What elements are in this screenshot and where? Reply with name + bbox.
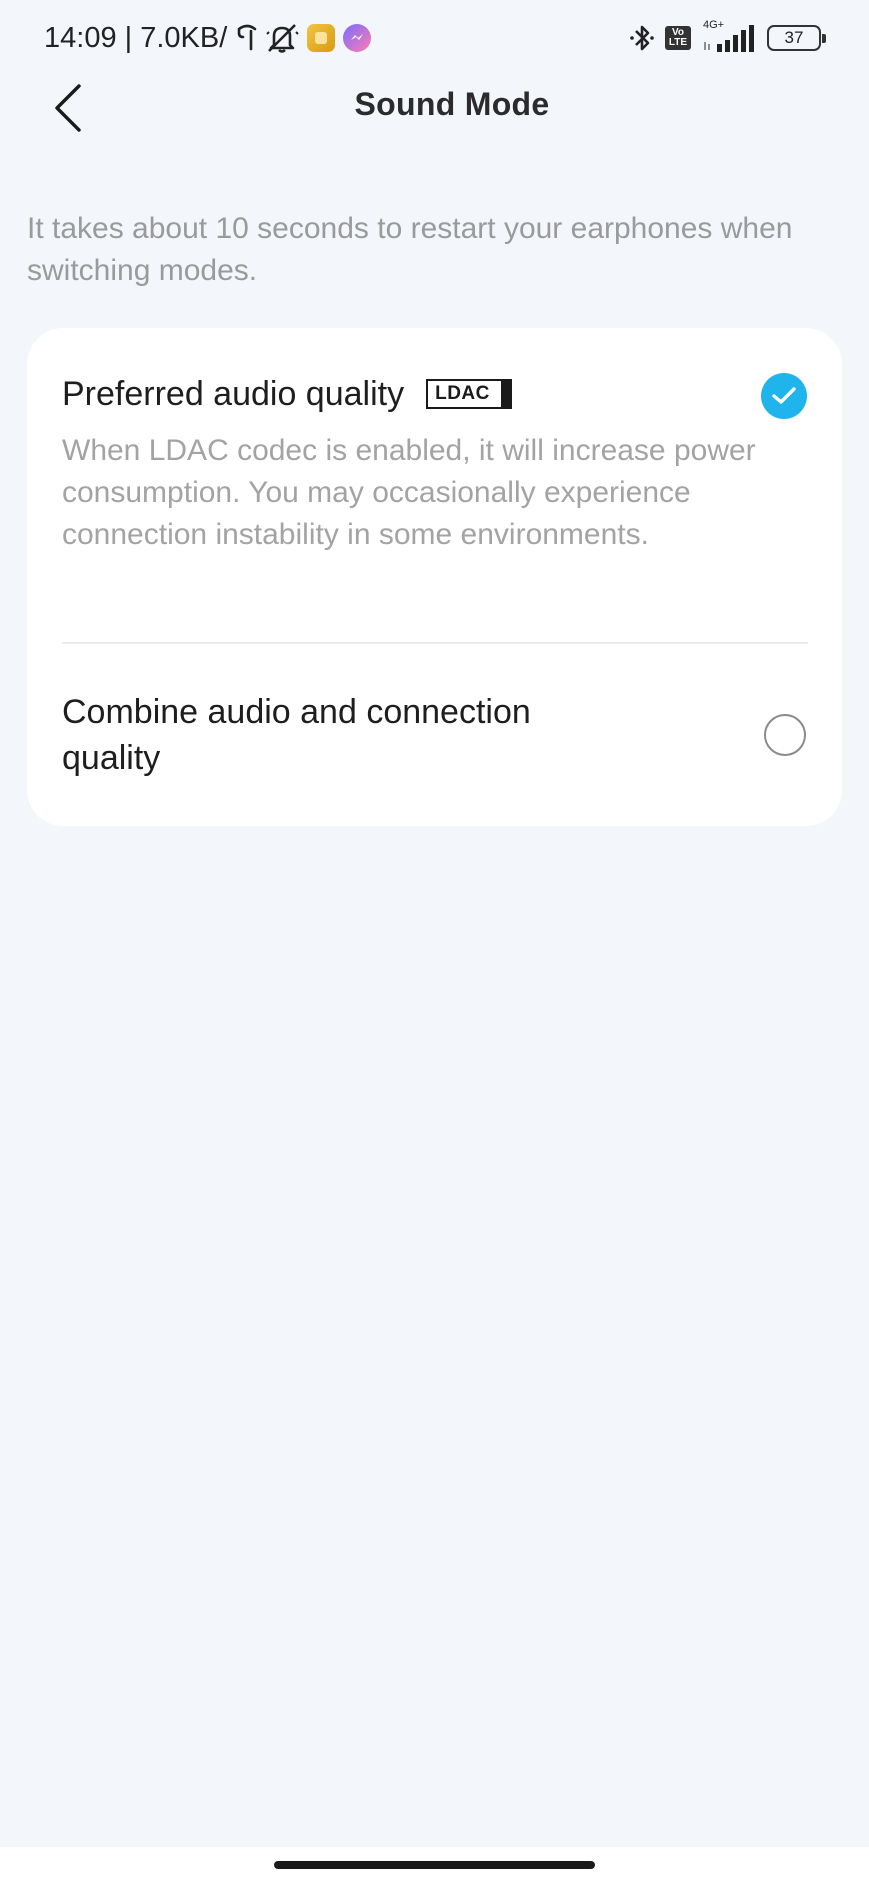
- option-preferred-audio-quality[interactable]: Preferred audio quality LDAC When LDAC c…: [27, 328, 842, 644]
- screen: 14:09 | 7.0KB/ Vo LTE 4G+ 37 Sound Mode …: [0, 0, 869, 1883]
- battery-level: 37: [784, 28, 804, 47]
- ldac-badge: LDAC: [426, 379, 512, 409]
- radio-unselected-icon[interactable]: [764, 714, 806, 756]
- battery-icon: 37: [767, 25, 826, 51]
- sound-mode-options-card: Preferred audio quality LDAC When LDAC c…: [27, 328, 842, 826]
- option-title-row: Preferred audio quality LDAC: [62, 371, 512, 417]
- option-description: When LDAC codec is enabled, it will incr…: [62, 434, 756, 551]
- bell-muted-icon: [265, 22, 299, 54]
- bluetooth-icon: [629, 22, 655, 54]
- notes-app-icon: [307, 24, 336, 52]
- status-left: 14:09 | 7.0KB/: [44, 18, 372, 58]
- radio-selected-checkmark-icon[interactable]: [761, 373, 807, 419]
- home-indicator[interactable]: [274, 1861, 595, 1869]
- volte-badge: Vo LTE: [665, 26, 691, 50]
- wifi-icon: [235, 23, 257, 53]
- messenger-app-icon: [343, 24, 372, 52]
- option-combine-audio-connection[interactable]: Combine audio and connection quality: [27, 645, 842, 826]
- intro-text: It takes about 10 seconds to restart you…: [27, 212, 793, 287]
- option-title: Combine audio and connection quality: [62, 693, 531, 777]
- signal-icon: 4G+: [701, 19, 757, 54]
- status-bar: 14:09 | 7.0KB/ Vo LTE 4G+ 37: [0, 0, 869, 74]
- option-title: Preferred audio quality: [62, 375, 405, 413]
- divider: [62, 642, 808, 644]
- status-right: Vo LTE 4G+ 37: [629, 18, 826, 58]
- page-title: Sound Mode: [354, 86, 550, 122]
- status-time-speed: 14:09 | 7.0KB/: [44, 21, 228, 54]
